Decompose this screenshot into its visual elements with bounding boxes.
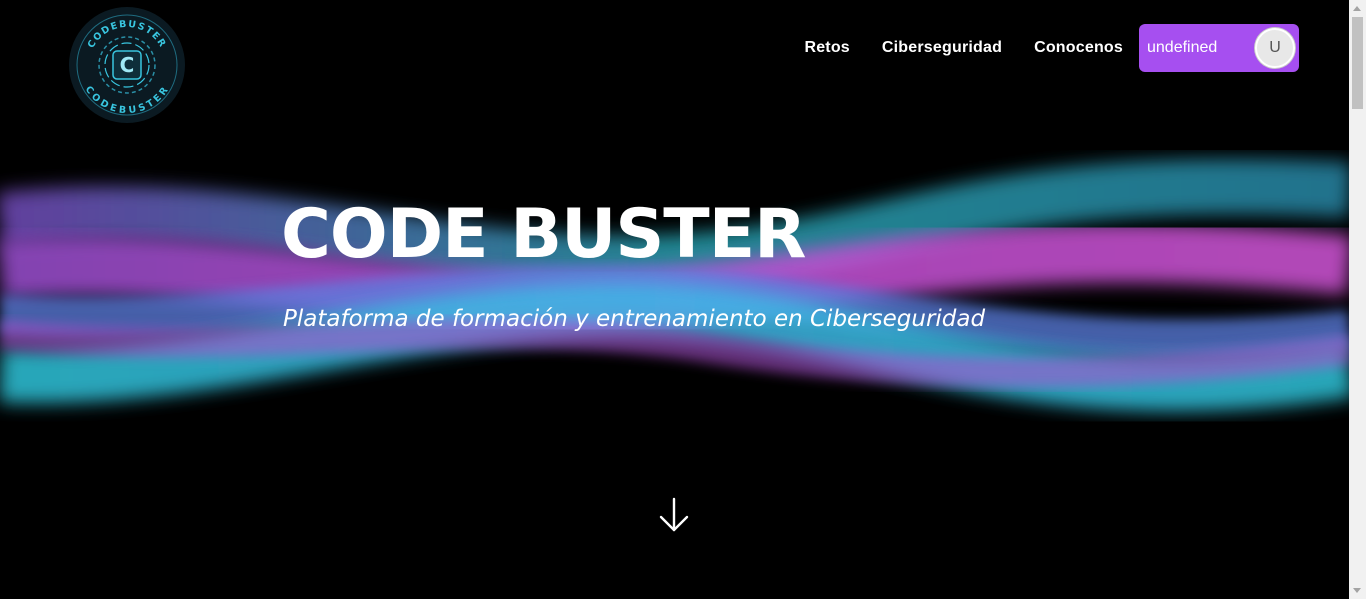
scrollbar-thumb[interactable]	[1352, 17, 1363, 109]
user-name: undefined	[1147, 39, 1218, 56]
scroll-up-icon[interactable]	[1353, 6, 1361, 11]
arrow-down-icon[interactable]	[657, 496, 691, 534]
hero-title: CODE BUSTER	[281, 195, 806, 274]
scroll-down-icon[interactable]	[1353, 588, 1361, 593]
nav-link-ciberseguridad[interactable]: Ciberseguridad	[882, 39, 1002, 57]
avatar: U	[1255, 28, 1295, 68]
codebuster-logo[interactable]: CODEBUSTER CODEBUSTER C	[67, 5, 187, 125]
user-menu-button[interactable]: undefined U	[1139, 24, 1299, 72]
page-scrollbar[interactable]	[1349, 0, 1366, 599]
logo-monogram: C	[120, 53, 135, 77]
page: CODEBUSTER CODEBUSTER C Retos Cibersegur…	[0, 0, 1366, 599]
nav-link-retos[interactable]: Retos	[804, 39, 849, 57]
hero-subtitle: Plataforma de formación y entrenamiento …	[283, 306, 986, 332]
main-nav: Retos Ciberseguridad Conocenos undefined…	[804, 24, 1299, 72]
nav-link-conocenos[interactable]: Conocenos	[1034, 39, 1123, 57]
